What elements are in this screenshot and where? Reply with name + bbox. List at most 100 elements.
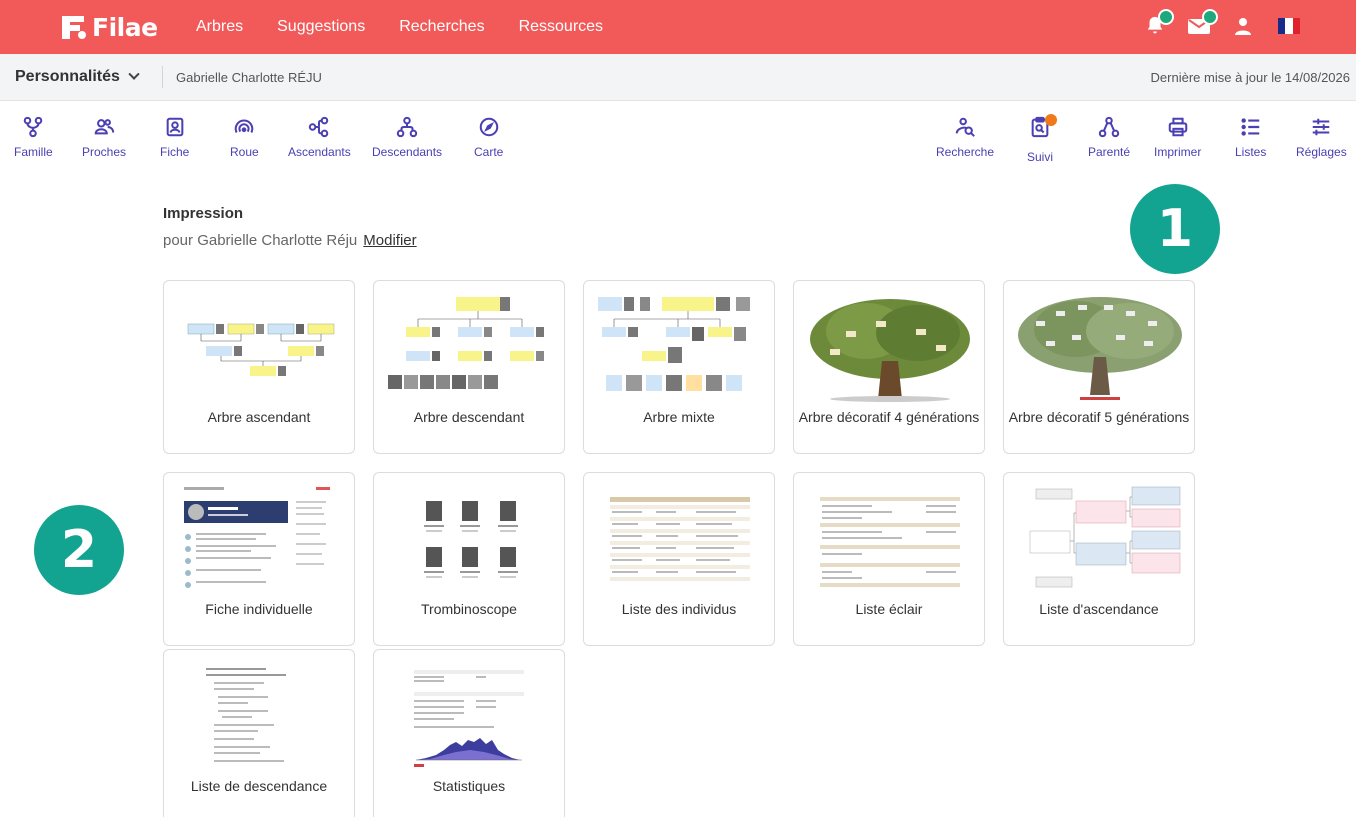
people-icon [94, 119, 115, 135]
ancestors-icon [309, 116, 329, 138]
notification-dot [1158, 9, 1174, 25]
tool-recherche[interactable]: Recherche [936, 116, 994, 159]
tool-label: Ascendants [288, 145, 351, 159]
flag-fr-icon[interactable] [1278, 18, 1300, 34]
print-card-arbre-mixte[interactable]: Arbre mixte [583, 280, 775, 454]
print-subtitle: pour Gabrielle Charlotte Réju Modifier [163, 232, 417, 249]
search-people-icon [955, 117, 975, 137]
tool-parente[interactable]: Parenté [1088, 116, 1130, 159]
nav-arbres[interactable]: Arbres [196, 18, 243, 36]
compass-icon [479, 117, 498, 137]
tool-label: Roue [230, 145, 259, 159]
personnalites-dropdown[interactable]: Personnalités [15, 68, 140, 86]
top-bar: Filae Arbres Suggestions Recherches Ress… [0, 0, 1356, 54]
tool-label: Imprimer [1154, 145, 1202, 159]
top-icons [1128, 6, 1300, 46]
tool-proches[interactable]: Proches [82, 116, 126, 159]
card-label: Arbre mixte [643, 409, 715, 425]
mail-icon[interactable] [1182, 9, 1218, 43]
suivi-notification-dot [1045, 114, 1057, 126]
step-badge-1: 1 [1130, 184, 1220, 274]
card-label: Liste de descendance [190, 778, 328, 794]
card-label: Arbre ascendant [207, 409, 311, 425]
tool-label: Fiche [160, 145, 190, 159]
relationship-icon [1098, 116, 1120, 138]
nav-suggestions[interactable]: Suggestions [277, 18, 365, 36]
chevron-down-icon [128, 68, 140, 80]
tool-famille[interactable]: Famille [14, 116, 53, 159]
card-label: Arbre décoratif 4 générations [798, 409, 980, 425]
print-card-liste-individus[interactable]: Liste des individus [583, 472, 775, 646]
decorative-tree-thumbnail [810, 299, 970, 402]
tree-chart-thumbnail [187, 323, 335, 376]
tool-carte[interactable]: Carte [474, 116, 503, 159]
tool-reglages[interactable]: Réglages [1296, 116, 1347, 159]
tree-toolbar: Famille Proches Fiche Roue Ascendants De… [0, 101, 1356, 173]
photo-grid-thumbnail [424, 501, 518, 578]
card-label: Liste d'ascendance [1039, 601, 1159, 617]
nav-ressources[interactable]: Ressources [519, 18, 603, 36]
print-card-arbre-decoratif-4[interactable]: Arbre décoratif 4 générations [793, 280, 985, 454]
table-thumbnail [820, 497, 960, 587]
logo-text: Filae [92, 12, 158, 42]
print-card-arbre-ascendant[interactable]: Arbre ascendant [163, 280, 355, 454]
print-card-fiche-individuelle[interactable]: Fiche individuelle [163, 472, 355, 646]
tool-label: Descendants [372, 145, 443, 159]
last-update: Dernière mise à jour le 14/08/2026 [1150, 70, 1350, 85]
stats-thumbnail [414, 670, 524, 767]
printer-icon [1168, 117, 1187, 137]
card-label: Arbre descendant [413, 409, 525, 425]
print-card-liste-ascendance[interactable]: Liste d'ascendance [1003, 472, 1195, 646]
tool-roue[interactable]: Roue [230, 116, 259, 159]
text-list-thumbnail [206, 668, 286, 762]
wheel-icon [235, 119, 254, 133]
user-icon[interactable] [1226, 9, 1260, 43]
print-card-arbre-decoratif-5[interactable]: Arbre décoratif 5 générations [1003, 280, 1195, 454]
tree-chart-thumbnail [388, 297, 544, 389]
pedigree-thumbnail [1029, 486, 1181, 588]
card-label: Trombinoscope [421, 601, 517, 617]
tool-label: Famille [14, 145, 53, 159]
modify-link[interactable]: Modifier [363, 232, 416, 249]
tool-descendants[interactable]: Descendants [372, 116, 442, 159]
tool-listes[interactable]: Listes [1235, 116, 1266, 159]
descendants-icon [396, 116, 418, 138]
card-label: Liste des individus [621, 601, 737, 617]
tool-label: Listes [1235, 145, 1267, 159]
person-bar: Personnalités Gabrielle Charlotte RÉJU D… [0, 54, 1356, 101]
print-card-liste-descendance[interactable]: Liste de descendance [163, 649, 355, 817]
print-card-arbre-descendant[interactable]: Arbre descendant [373, 280, 565, 454]
page-title: Impression [163, 205, 244, 222]
tool-label: Réglages [1296, 145, 1347, 159]
filae-logo[interactable]: Filae [58, 10, 158, 44]
print-card-statistiques[interactable]: Statistiques [373, 649, 565, 817]
print-card-trombinoscope[interactable]: Trombinoscope [373, 472, 565, 646]
tool-imprimer[interactable]: Imprimer [1154, 116, 1201, 159]
tool-fiche[interactable]: Fiche [160, 116, 189, 159]
family-icon [24, 116, 43, 138]
card-label: Liste éclair [855, 601, 923, 617]
table-thumbnail [610, 497, 750, 581]
card-label: Statistiques [432, 778, 506, 794]
tool-label: Recherche [936, 145, 995, 159]
message-dot [1202, 9, 1218, 25]
tool-label: Carte [474, 145, 504, 159]
tool-ascendants[interactable]: Ascendants [288, 116, 351, 159]
tree-chart-thumbnail [598, 297, 750, 391]
filae-logo-icon [62, 16, 86, 39]
document-thumbnail [180, 485, 340, 595]
tool-label: Suivi [1027, 150, 1054, 164]
step-badge-2: 2 [34, 505, 124, 595]
personnalites-label: Personnalités [15, 68, 120, 85]
bell-icon[interactable] [1138, 9, 1174, 43]
tool-suivi[interactable]: Suivi [1027, 114, 1057, 164]
tool-label: Proches [82, 145, 127, 159]
nav-recherches[interactable]: Recherches [399, 18, 484, 36]
divider [162, 66, 163, 88]
print-for-text: pour Gabrielle Charlotte Réju [163, 232, 358, 249]
sliders-icon [1313, 118, 1330, 136]
list-icon [1241, 118, 1259, 136]
person-name: Gabrielle Charlotte RÉJU [176, 70, 322, 85]
card-label: Fiche individuelle [205, 601, 313, 617]
print-card-liste-eclair[interactable]: Liste éclair [793, 472, 985, 646]
